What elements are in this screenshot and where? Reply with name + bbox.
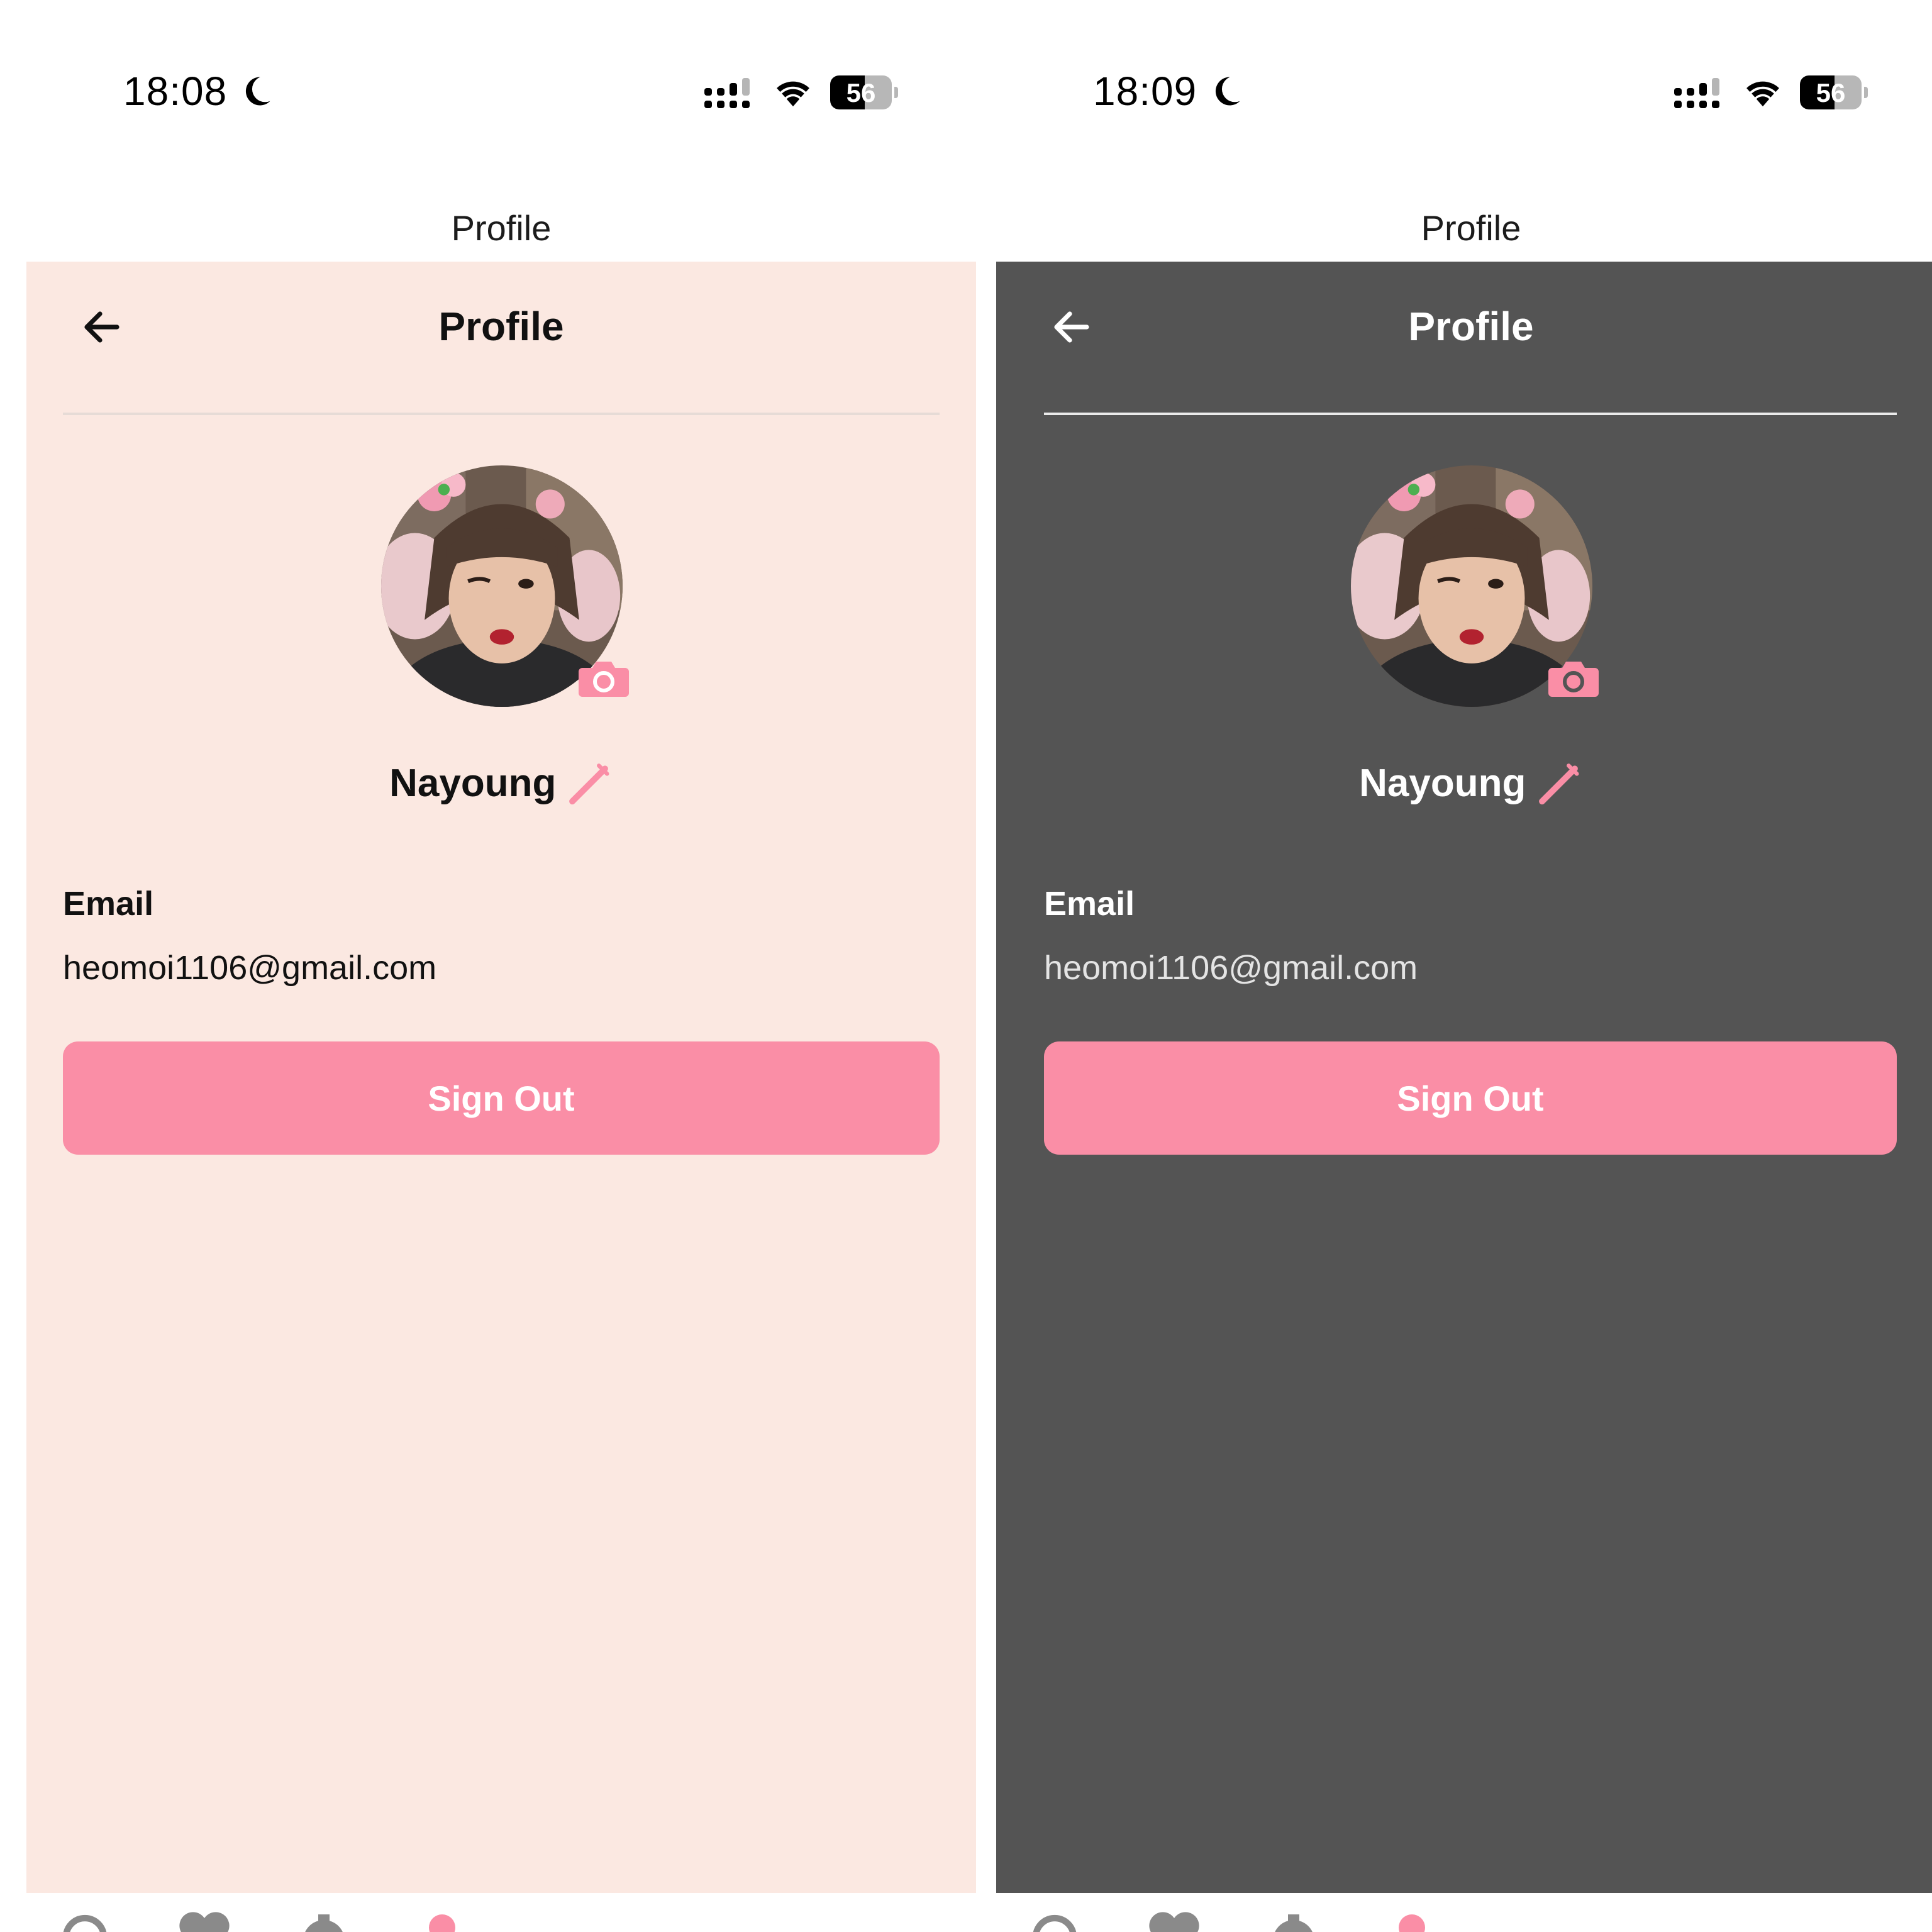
person-icon[interactable] — [1384, 1911, 1440, 1932]
person-icon[interactable] — [414, 1911, 470, 1932]
status-time: 18:08 — [123, 69, 228, 114]
camera-icon[interactable] — [1547, 658, 1600, 698]
nav-title: Profile — [451, 208, 552, 248]
profile-content: Profile Nayoung Email heomoi1106@gmail.c… — [26, 262, 976, 1893]
header-divider — [63, 413, 940, 415]
nav-title: Profile — [1421, 208, 1521, 248]
edit-pencil-icon[interactable] — [564, 758, 613, 808]
wifi-icon — [1746, 81, 1779, 107]
moon-icon — [245, 77, 270, 106]
battery-indicator: 56 — [830, 75, 899, 109]
email-label: Email — [1044, 885, 1135, 923]
battery-indicator: 56 — [1800, 75, 1869, 109]
cellular-signal-icon — [1674, 78, 1719, 108]
status-bar: 18:09 56 — [996, 25, 1932, 151]
gear-icon[interactable] — [296, 1911, 352, 1932]
tab-bar — [26, 1893, 976, 1932]
cellular-signal-icon — [704, 78, 750, 108]
avatar-container — [381, 465, 633, 717]
profile-content: Profile Nayoung Email heomoi1106@gmail.c… — [996, 262, 1932, 1893]
email-value: heomoi1106@gmail.com — [1044, 949, 1418, 987]
gear-icon[interactable] — [1265, 1911, 1322, 1932]
profile-name: Nayoung — [1359, 761, 1526, 805]
page-title: Profile — [438, 304, 564, 349]
tab-bar — [996, 1893, 1932, 1932]
edit-pencil-icon[interactable] — [1534, 758, 1583, 808]
battery-percent: 56 — [846, 78, 876, 108]
name-row: Nayoung — [996, 758, 1932, 808]
phone-screen-light: 18:08 56 Profile Profile Nayoung Email h… — [26, 25, 976, 1932]
header-divider — [1044, 413, 1897, 415]
search-icon[interactable] — [1026, 1911, 1083, 1932]
email-label: Email — [63, 885, 154, 923]
profile-name: Nayoung — [389, 761, 557, 805]
phone-screen-dark: 18:09 56 Profile Profile Nayoung Email h… — [996, 25, 1932, 1932]
moon-icon — [1215, 77, 1240, 106]
heart-icon[interactable] — [176, 1911, 233, 1932]
avatar-container — [1351, 465, 1602, 717]
name-row: Nayoung — [26, 758, 976, 808]
heart-icon[interactable] — [1146, 1911, 1202, 1932]
search-icon[interactable] — [57, 1911, 113, 1932]
sign-out-button[interactable]: Sign Out — [1044, 1041, 1897, 1155]
camera-icon[interactable] — [577, 658, 630, 698]
email-value: heomoi1106@gmail.com — [63, 949, 437, 987]
battery-percent: 56 — [1816, 78, 1846, 108]
status-bar: 18:08 56 — [26, 25, 976, 151]
wifi-icon — [777, 81, 809, 107]
page-title: Profile — [1408, 304, 1534, 349]
sign-out-button[interactable]: Sign Out — [63, 1041, 940, 1155]
status-time: 18:09 — [1093, 69, 1197, 114]
